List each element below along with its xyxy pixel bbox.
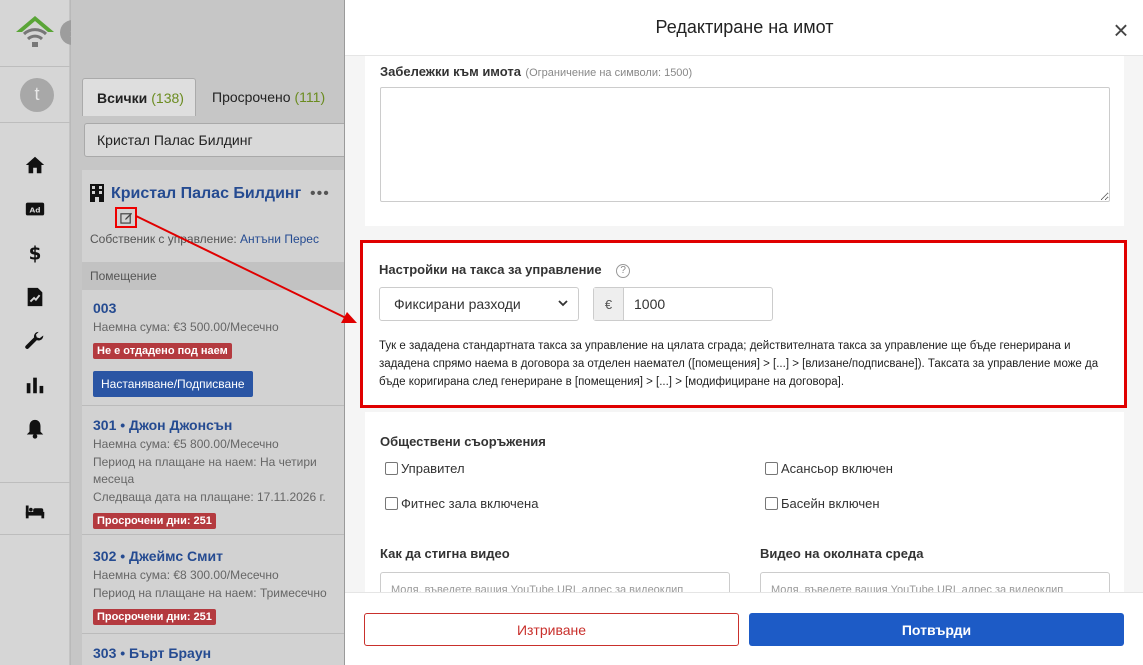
checkbox[interactable] [765, 497, 778, 510]
property-list-panel: Всички (138) Просрочено (111) Кристал Па… [71, 0, 354, 665]
modal-body: Забележки към имота (Ограничение на симв… [345, 56, 1143, 592]
svg-text:$: $ [29, 243, 42, 264]
checkbox-pool[interactable]: Басейн включен [765, 496, 880, 511]
nav-rail: t Ad $ [0, 0, 70, 665]
divider [0, 534, 70, 535]
fee-type-value: Фиксирани разходи [394, 296, 521, 312]
bar-chart-icon[interactable] [20, 370, 50, 400]
building-name[interactable]: Кристал Палас Билдинг [111, 185, 301, 203]
owner-label: Собственик с управление: [90, 232, 241, 246]
tab-label: Просрочено [212, 89, 291, 105]
notes-label-row: Забележки към имота (Ограничение на симв… [380, 63, 692, 81]
checkbox[interactable] [385, 462, 398, 475]
unit-number[interactable]: 302 • Джеймс Смит [93, 548, 223, 564]
modal-title: Редактиране на имот [345, 0, 1143, 56]
checkbox-elevator[interactable]: Асансьор включен [765, 461, 893, 476]
checkbox-label: Асансьор включен [781, 461, 893, 476]
search-input[interactable]: Кристал Палас Билдинг [84, 123, 354, 157]
unit-number[interactable]: 301 • Джон Джонсън [93, 417, 232, 433]
confirm-button[interactable]: Потвърди [749, 613, 1124, 646]
tab-overdue[interactable]: Просрочено (111) [198, 78, 339, 116]
fee-amount-input[interactable]: 1000 [624, 288, 772, 320]
facilities-label: Обществени съоръжения [380, 434, 546, 449]
video-env-input[interactable]: Моля, въведете вашия YouTube URL адрес з… [760, 572, 1110, 592]
rent-amount: Наемна сума: €3 500.00/Месечно [93, 320, 279, 334]
fee-type-select[interactable]: Фиксирани разходи [379, 287, 579, 321]
payment-period: Период на плащане на наем: На четири [93, 455, 317, 469]
list-item[interactable]: 003 Наемна сума: €3 500.00/Месечно Не е … [82, 290, 352, 406]
video-env-label: Видео на околната среда [760, 546, 924, 561]
more-options-icon[interactable]: ••• [310, 185, 330, 203]
edit-property-modal: Редактиране на имот × Забележки към имот… [344, 0, 1143, 665]
payment-period-cont: месеца [93, 472, 135, 486]
rent-amount: Наемна сума: €5 800.00/Месечно [93, 437, 279, 451]
video-how-label: Как да стигна видео [380, 546, 510, 561]
wrench-icon[interactable] [20, 326, 50, 356]
facilities-section: Обществени съоръжения Управител Асансьор… [365, 412, 1124, 592]
video-how-input[interactable]: Моля, въведете вашия YouTube URL адрес з… [380, 572, 730, 592]
unit-number[interactable]: 303 • Бърт Браун [93, 645, 211, 661]
fee-description: Тук е зададена стандартната такса за упр… [379, 340, 1099, 388]
tab-count: (138) [151, 89, 184, 106]
fee-label-row: Настройки на такса за управление ? [379, 261, 631, 279]
notes-section: Забележки към имота (Ограничение на симв… [365, 56, 1124, 226]
owner-name[interactable]: Антъни Перес [240, 232, 319, 246]
notes-hint: (Ограничение на символи: 1500) [525, 67, 693, 79]
modal-footer: Изтриване Потвърди [345, 592, 1143, 665]
list-item[interactable]: 303 • Бърт Браун [82, 635, 352, 665]
currency-addon: € [594, 288, 624, 320]
delete-button[interactable]: Изтриване [364, 613, 739, 646]
ad-icon[interactable]: Ad [20, 194, 50, 224]
checkbox[interactable] [765, 462, 778, 475]
rent-amount: Наемна сума: €8 300.00/Месечно [93, 568, 279, 582]
fee-label: Настройки на такса за управление [379, 262, 602, 277]
divider [0, 66, 70, 67]
payment-period: Период на плащане на наем: Тримесечно [93, 586, 327, 600]
close-icon[interactable]: × [1109, 17, 1133, 43]
notes-textarea[interactable] [380, 87, 1110, 202]
notes-label: Забележки към имота [380, 64, 521, 79]
column-header: Помещение [82, 262, 352, 290]
divider [0, 482, 70, 483]
fee-amount-group: € 1000 [593, 287, 773, 321]
tab-label: Всички [97, 89, 148, 106]
chevron-down-icon [558, 300, 568, 307]
checkbox-label: Управител [401, 461, 465, 476]
edit-icon[interactable] [115, 207, 137, 228]
owner-line: Собственик с управление: Антъни Перес [90, 232, 319, 246]
checkin-sign-button[interactable]: Настаняване/Подписване [93, 371, 253, 397]
bed-icon[interactable] [20, 496, 50, 526]
status-badge: Просрочени дни: 251 [93, 513, 216, 529]
checkbox-label: Басейн включен [781, 496, 880, 511]
building-card: Кристал Палас Билдинг ••• Собственик с у… [82, 170, 352, 665]
checkbox-gym[interactable]: Фитнес зала включена [385, 496, 538, 511]
status-badge: Не е отдадено под наем [93, 343, 232, 359]
list-item[interactable]: 302 • Джеймс Смит Наемна сума: €8 300.00… [82, 536, 352, 634]
home-icon[interactable] [20, 150, 50, 180]
divider [0, 122, 70, 123]
next-payment-date: Следваща дата на плащане: 17.11.2026 г. [93, 490, 326, 504]
building-icon [90, 184, 104, 202]
checkbox[interactable] [385, 497, 398, 510]
checkbox-manager[interactable]: Управител [385, 461, 465, 476]
help-icon[interactable]: ? [616, 264, 631, 278]
checkbox-label: Фитнес зала включена [401, 496, 539, 511]
status-badge: Просрочени дни: 251 [93, 609, 216, 625]
svg-text:Ad: Ad [30, 206, 41, 215]
avatar[interactable]: t [20, 78, 54, 112]
dollar-icon[interactable]: $ [20, 238, 50, 268]
bell-icon[interactable] [20, 414, 50, 444]
unit-number[interactable]: 003 [93, 300, 116, 316]
tab-all[interactable]: Всички (138) [82, 78, 196, 116]
list-item[interactable]: 301 • Джон Джонсън Наемна сума: €5 800.0… [82, 407, 352, 535]
tab-count: (111) [294, 89, 326, 105]
contract-icon[interactable] [20, 282, 50, 312]
logo-icon[interactable] [14, 12, 56, 54]
management-fee-section: Настройки на такса за управление ? Фикси… [360, 240, 1127, 408]
